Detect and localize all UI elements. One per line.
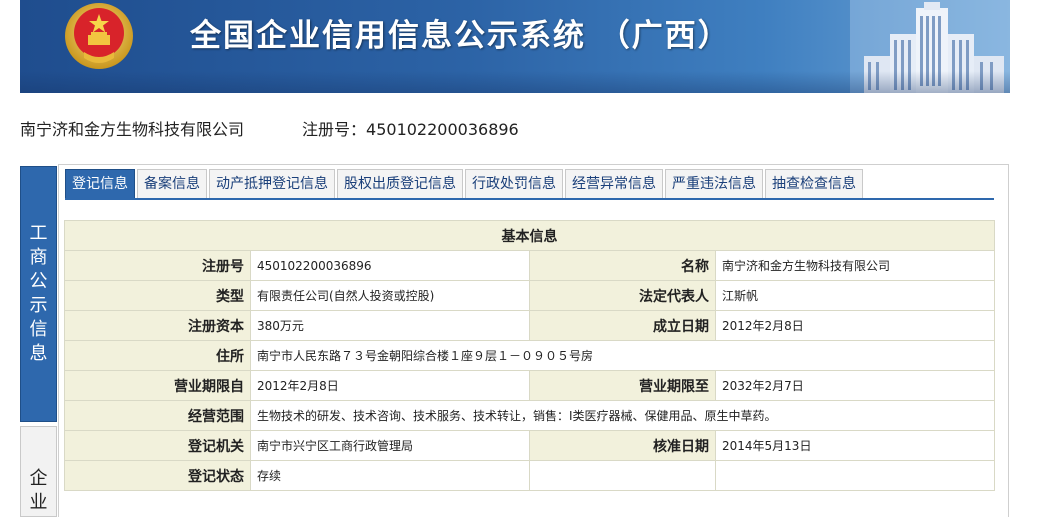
- tab-abnormal-operation[interactable]: 经营异常信息: [565, 169, 663, 199]
- field-value: 2012年2月8日: [715, 310, 995, 341]
- table-row: 登记状态 存续: [64, 460, 995, 491]
- national-emblem-icon: [65, 3, 133, 69]
- basic-info-table: 基本信息 注册号 450102200036896 名称 南宁济和金方生物科技有限…: [64, 220, 995, 491]
- tab-admin-penalty[interactable]: 行政处罚信息: [465, 169, 563, 199]
- side-tab-char: 示: [29, 295, 48, 316]
- site-banner: 全国企业信用信息公示系统 （广西）: [20, 0, 1010, 93]
- tab-equity-pledge[interactable]: 股权出质登记信息: [337, 169, 463, 199]
- table-row: 住所 南宁市人民东路７３号金朝阳综合楼１座９层１－０９０５号房: [64, 340, 995, 371]
- field-value: 2012年2月8日: [250, 370, 530, 401]
- field-label: 成立日期: [529, 310, 716, 341]
- table-row: 注册号 450102200036896 名称 南宁济和金方生物科技有限公司: [64, 250, 995, 281]
- field-value: 南宁市人民东路７３号金朝阳综合楼１座９层１－０９０５号房: [250, 340, 995, 371]
- side-tab-char: 公: [29, 271, 48, 292]
- side-tab-business-publicity[interactable]: 工商公示信息: [20, 166, 57, 422]
- field-label: 名称: [529, 250, 716, 281]
- tab-bar: 登记信息 备案信息 动产抵押登记信息 股权出质登记信息 行政处罚信息 经营异常信…: [65, 169, 865, 199]
- side-nav: 工商公示信息 企业: [20, 166, 57, 517]
- field-value: 380万元: [250, 310, 530, 341]
- field-label: 核准日期: [529, 430, 716, 461]
- table-title: 基本信息: [64, 220, 995, 251]
- field-value: 存续: [250, 460, 530, 491]
- tab-chattel-mortgage[interactable]: 动产抵押登记信息: [209, 169, 335, 199]
- field-label: 注册资本: [64, 310, 251, 341]
- table-row: 登记机关 南宁市兴宁区工商行政管理局 核准日期 2014年5月13日: [64, 430, 995, 461]
- field-value: 南宁济和金方生物科技有限公司: [715, 250, 995, 281]
- reg-no-value: 450102200036896: [366, 120, 519, 139]
- field-value: 江斯帆: [715, 280, 995, 311]
- tab-underline: [65, 198, 994, 200]
- side-tab-char: 信: [29, 319, 48, 340]
- field-label: 登记状态: [64, 460, 251, 491]
- empty-cell: [715, 460, 995, 491]
- field-label: 住所: [64, 340, 251, 371]
- table-row: 经营范围 生物技术的研发、技术咨询、技术服务、技术转让，销售：I类医疗器械、保健…: [64, 400, 995, 431]
- table-row: 类型 有限责任公司(自然人投资或控股) 法定代表人 江斯帆: [64, 280, 995, 311]
- company-name: 南宁济和金方生物科技有限公司: [20, 120, 245, 139]
- field-label: 法定代表人: [529, 280, 716, 311]
- side-tab-char: 息: [29, 343, 48, 364]
- side-tab-char: 工: [29, 223, 48, 244]
- field-label: 营业期限自: [64, 370, 251, 401]
- tab-spot-check[interactable]: 抽查检查信息: [765, 169, 863, 199]
- table-row: 基本信息: [64, 220, 995, 251]
- field-label: 类型: [64, 280, 251, 311]
- field-value: 2032年2月7日: [715, 370, 995, 401]
- field-value: 南宁市兴宁区工商行政管理局: [250, 430, 530, 461]
- field-label: 经营范围: [64, 400, 251, 431]
- field-value: 生物技术的研发、技术咨询、技术服务、技术转让，销售：I类医疗器械、保健用品、原生…: [250, 400, 995, 431]
- side-tab-char: 商: [29, 247, 48, 268]
- banner-title: 全国企业信用信息公示系统 （广西）: [190, 18, 731, 54]
- tab-serious-violation[interactable]: 严重违法信息: [665, 169, 763, 199]
- company-header: 南宁济和金方生物科技有限公司 注册号：450102200036896: [20, 116, 519, 140]
- field-value: 有限责任公司(自然人投资或控股): [250, 280, 530, 311]
- field-label: 营业期限至: [529, 370, 716, 401]
- side-tab-char: 企: [29, 468, 48, 489]
- side-tab-enterprise[interactable]: 企业: [20, 426, 57, 517]
- tab-filing[interactable]: 备案信息: [137, 169, 207, 199]
- side-tab-char: 业: [29, 492, 48, 513]
- empty-cell: [529, 460, 716, 491]
- table-row: 注册资本 380万元 成立日期 2012年2月8日: [64, 310, 995, 341]
- table-row: 营业期限自 2012年2月8日 营业期限至 2032年2月7日: [64, 370, 995, 401]
- field-value: 2014年5月13日: [715, 430, 995, 461]
- field-label: 登记机关: [64, 430, 251, 461]
- field-label: 注册号: [64, 250, 251, 281]
- tab-registration[interactable]: 登记信息: [65, 169, 135, 199]
- field-value: 450102200036896: [250, 250, 530, 281]
- reg-no-label: 注册号：: [302, 120, 367, 139]
